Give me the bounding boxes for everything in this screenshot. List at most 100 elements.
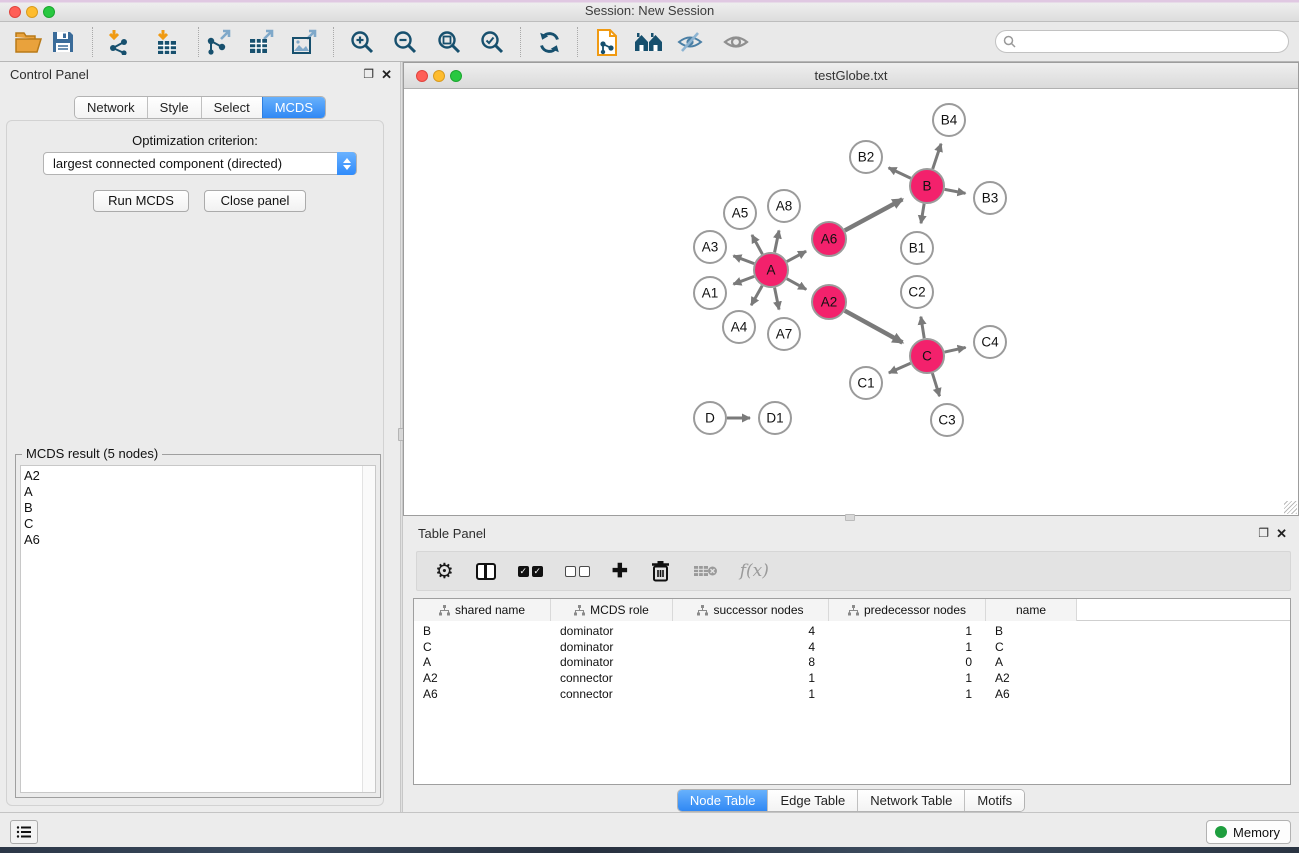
graph-node-A8[interactable]: A8 xyxy=(768,190,800,222)
import-network-button[interactable] xyxy=(101,25,137,59)
mcds-result-item[interactable]: C xyxy=(24,516,375,532)
tab-mcds[interactable]: MCDS xyxy=(262,97,325,118)
tab-network[interactable]: Network xyxy=(75,97,147,118)
graph-edge-A-A4[interactable] xyxy=(751,286,762,306)
network-manager-button[interactable] xyxy=(630,25,666,59)
graph-node-C1[interactable]: C1 xyxy=(850,367,882,399)
graph-edge-A-A8[interactable] xyxy=(775,230,779,252)
graph-edge-B-B3[interactable] xyxy=(945,189,966,193)
graph-edge-B-B2[interactable] xyxy=(889,168,911,179)
graph-node-B1[interactable]: B1 xyxy=(901,232,933,264)
graph-node-A[interactable]: A xyxy=(754,253,788,287)
export-table-button[interactable] xyxy=(244,25,280,59)
zoom-selected-button[interactable] xyxy=(474,25,510,59)
graph-node-A3[interactable]: A3 xyxy=(694,231,726,263)
graph-edge-A-A3[interactable] xyxy=(733,256,754,264)
graph-node-A5[interactable]: A5 xyxy=(724,197,756,229)
graph-edge-A-A5[interactable] xyxy=(752,235,762,254)
column-header-shared-name[interactable]: shared name xyxy=(414,599,551,621)
import-table-button[interactable] xyxy=(149,25,185,59)
select-all-columns-button[interactable]: ✓✓ xyxy=(518,566,543,577)
float-panel-icon[interactable]: ❐ xyxy=(363,68,374,80)
new-network-from-file-button[interactable] xyxy=(589,25,625,59)
graph-node-A1[interactable]: A1 xyxy=(694,277,726,309)
graph-edge-C-C2[interactable] xyxy=(921,317,924,339)
graph-node-D[interactable]: D xyxy=(694,402,726,434)
add-column-button[interactable]: ✚ xyxy=(612,562,628,581)
table-tab-edge-table[interactable]: Edge Table xyxy=(767,790,857,811)
graph-edge-B-B1[interactable] xyxy=(921,204,924,224)
graph-node-B4[interactable]: B4 xyxy=(933,104,965,136)
close-panel-button[interactable]: Close panel xyxy=(204,190,306,212)
refresh-view-button[interactable] xyxy=(531,25,567,59)
table-tab-node-table[interactable]: Node Table xyxy=(678,790,768,811)
graph-node-D1[interactable]: D1 xyxy=(759,402,791,434)
fit-content-button[interactable] xyxy=(431,25,467,59)
table-row[interactable]: A2connector11A2 xyxy=(414,671,1290,687)
column-header-mcds-role[interactable]: MCDS role xyxy=(551,599,673,621)
graph-node-A6[interactable]: A6 xyxy=(812,222,846,256)
column-header-successor-nodes[interactable]: successor nodes xyxy=(673,599,829,621)
run-mcds-button[interactable]: Run MCDS xyxy=(93,190,189,212)
table-row[interactable]: Cdominator41C xyxy=(414,640,1290,656)
mcds-result-item[interactable]: B xyxy=(24,500,375,516)
graph-edge-A2-C[interactable] xyxy=(845,311,903,343)
mcds-result-item[interactable]: A xyxy=(24,484,375,500)
mcds-result-list[interactable]: A2ABCA6 xyxy=(20,465,376,793)
column-header-predecessor-nodes[interactable]: predecessor nodes xyxy=(829,599,986,621)
graph-edge-A6-B[interactable] xyxy=(845,199,903,230)
table-tab-motifs[interactable]: Motifs xyxy=(964,790,1024,811)
graph-edge-A-A1[interactable] xyxy=(733,276,754,284)
function-builder-button[interactable]: f(x) xyxy=(740,561,769,581)
criterion-select[interactable]: largest connected component (directed) xyxy=(43,152,357,175)
graph-node-A7[interactable]: A7 xyxy=(768,318,800,350)
delete-column-button[interactable] xyxy=(650,560,671,582)
float-table-panel-icon[interactable]: ❐ xyxy=(1258,527,1269,539)
graph-node-C3[interactable]: C3 xyxy=(931,404,963,436)
column-header-name[interactable]: name xyxy=(986,599,1077,621)
search-box[interactable] xyxy=(995,30,1289,53)
table-row[interactable]: Bdominator41B xyxy=(414,624,1290,640)
table-row[interactable]: Adominator80A xyxy=(414,655,1290,671)
graph-node-A2[interactable]: A2 xyxy=(812,285,846,319)
show-columns-button[interactable] xyxy=(476,563,496,580)
column-settings-button[interactable]: ⚙ xyxy=(435,561,454,582)
horizontal-splitter-handle[interactable] xyxy=(845,514,855,521)
list-scrollbar[interactable] xyxy=(362,466,375,792)
mcds-result-item[interactable]: A6 xyxy=(24,532,375,548)
show-task-history-button[interactable] xyxy=(10,820,38,844)
export-network-button[interactable] xyxy=(201,25,237,59)
graph-edge-A-A7[interactable] xyxy=(775,288,779,310)
tab-style[interactable]: Style xyxy=(147,97,201,118)
save-session-button[interactable] xyxy=(45,25,81,59)
close-table-panel-icon[interactable]: ✕ xyxy=(1276,527,1287,540)
graph-edge-C-C3[interactable] xyxy=(932,373,939,396)
graph-edge-C-C4[interactable] xyxy=(945,347,966,352)
open-session-button[interactable] xyxy=(10,25,46,59)
mcds-result-item[interactable]: A2 xyxy=(24,468,375,484)
graph-node-C4[interactable]: C4 xyxy=(974,326,1006,358)
graph-edge-A-A2[interactable] xyxy=(787,279,806,290)
table-tab-network-table[interactable]: Network Table xyxy=(857,790,964,811)
graph-node-C[interactable]: C xyxy=(910,339,944,373)
search-input[interactable] xyxy=(1021,35,1288,49)
table-row[interactable]: A6connector11A6 xyxy=(414,687,1290,703)
show-graphics-details-button[interactable] xyxy=(718,25,754,59)
graph-node-B3[interactable]: B3 xyxy=(974,182,1006,214)
graph-node-C2[interactable]: C2 xyxy=(901,276,933,308)
export-image-button[interactable] xyxy=(287,25,323,59)
close-panel-icon[interactable]: ✕ xyxy=(381,68,392,81)
network-canvas[interactable]: A A1 A2 A3 A4 A5 A6 A7 A8 B B1 B2 B3 B4 C C1 C2 C3 C4 D D1 xyxy=(404,89,1298,515)
graph-node-A4[interactable]: A4 xyxy=(723,311,755,343)
hide-graphics-details-button[interactable] xyxy=(672,25,708,59)
graph-node-B[interactable]: B xyxy=(910,169,944,203)
memory-button[interactable]: Memory xyxy=(1206,820,1291,844)
resize-grip-icon[interactable] xyxy=(1284,501,1297,514)
graph-edge-C-C1[interactable] xyxy=(889,363,911,373)
tab-select[interactable]: Select xyxy=(201,97,262,118)
zoom-out-button[interactable] xyxy=(387,25,423,59)
deselect-all-columns-button[interactable] xyxy=(565,566,590,577)
graph-node-B2[interactable]: B2 xyxy=(850,141,882,173)
graph-edge-B-B4[interactable] xyxy=(933,144,941,169)
zoom-in-button[interactable] xyxy=(344,25,380,59)
